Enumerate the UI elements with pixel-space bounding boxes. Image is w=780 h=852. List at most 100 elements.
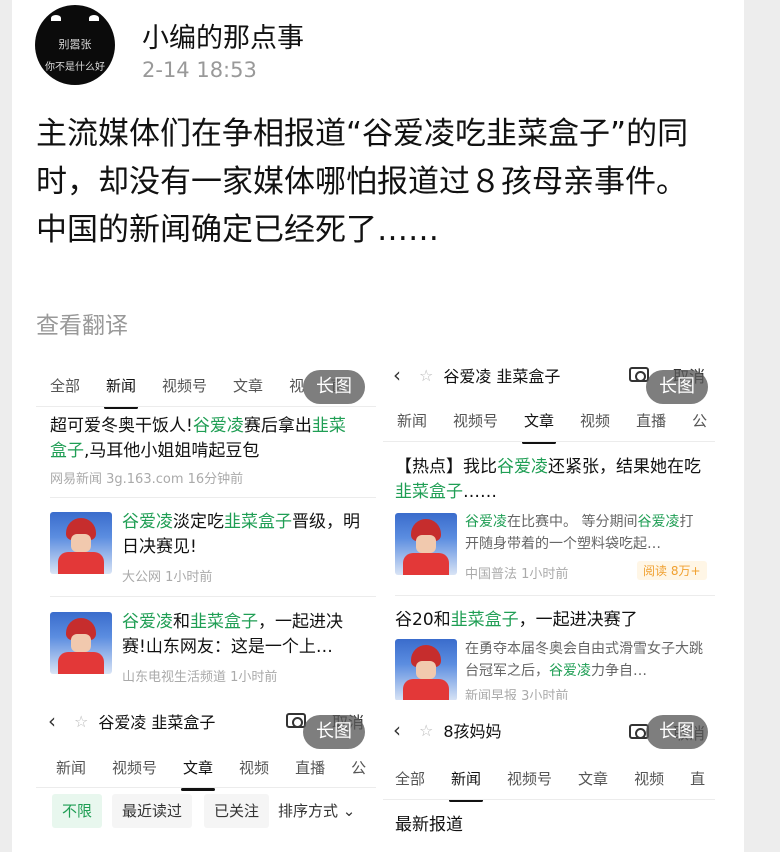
tab-bar: 全部 新闻 视频号 文章 视频 直	[395, 768, 715, 802]
thumb-suit	[58, 552, 104, 574]
tab-4[interactable]: 直播	[636, 410, 666, 431]
long-image-badge: 长图	[303, 370, 365, 404]
keyword-highlight: 谷爱凌	[122, 612, 173, 632]
long-image-badge: 长图	[646, 715, 708, 749]
filter-chip-recent[interactable]: 最近读过	[112, 794, 193, 828]
search-bar[interactable]: ‹ ☆ 谷爱凌 韭菜盒子	[48, 709, 215, 733]
keyword-highlight: 韭菜盒子	[450, 610, 519, 630]
thumb-suit	[403, 679, 449, 700]
divider	[36, 787, 376, 788]
keyword-highlight: 谷爱凌	[549, 663, 591, 679]
news-thumbnail[interactable]	[395, 513, 457, 575]
divider	[50, 497, 376, 498]
tab-5[interactable]: 直	[690, 768, 705, 789]
tab-3[interactable]: 文章	[578, 768, 608, 789]
keyword-highlight: 韭菜	[311, 416, 346, 436]
star-icon[interactable]: ☆	[419, 366, 433, 385]
keyword-highlight: 谷爱凌	[192, 416, 244, 436]
tab-0[interactable]: 新闻	[56, 757, 86, 778]
news-title: 【热点】我比谷爱凌还紧张，结果她在吃韭菜盒子……	[395, 455, 705, 505]
title-text: ,马耳他小姐姐啃起豆包	[84, 441, 260, 461]
list-item[interactable]: 谷爱凌和韭菜盒子，一起进决赛!山东网友：这是一个上… 山东电视生活频道 1小时前	[122, 610, 362, 685]
search-bar[interactable]: ‹ ☆ 谷爱凌 韭菜盒子	[393, 363, 560, 387]
tab-2[interactable]: 视频号	[162, 375, 207, 396]
star-icon[interactable]: ☆	[74, 712, 88, 731]
tab-2[interactable]: 视频号	[507, 768, 552, 789]
search-bar[interactable]: ‹ ☆ 8孩妈妈	[393, 718, 502, 742]
camera-icon[interactable]	[629, 367, 649, 382]
thumb-face	[416, 661, 436, 679]
list-item[interactable]: 谷20和韭菜盒子，一起进决赛了	[395, 608, 705, 633]
tab-0[interactable]: 全部	[50, 375, 80, 396]
back-icon[interactable]: ‹	[393, 363, 401, 387]
tab-0[interactable]: 新闻	[397, 410, 427, 431]
tab-5[interactable]: 公	[351, 757, 366, 778]
list-item[interactable]: 【热点】我比谷爱凌还紧张，结果她在吃韭菜盒子……	[395, 455, 705, 505]
back-icon[interactable]: ‹	[393, 718, 401, 742]
tab-2[interactable]: 文章	[522, 410, 557, 444]
tab-1[interactable]: 视频号	[453, 410, 498, 431]
author-name[interactable]: 小编的那点事	[142, 16, 304, 55]
sort-dropdown[interactable]: 排序方式 ⌄	[268, 794, 365, 828]
tab-1[interactable]: 视频号	[112, 757, 157, 778]
star-icon[interactable]: ☆	[419, 721, 433, 740]
news-title: 超可爱冬奥干饭人!谷爱凌赛后拿出韭菜盒子,马耳他小姐姐啃起豆包	[50, 414, 360, 464]
tab-bar: 新闻 视频号 文章 视频 直播 公	[56, 757, 376, 791]
tab-3[interactable]: 文章	[233, 375, 263, 396]
title-text: 谷20和	[395, 610, 451, 630]
screenshot-search-all: 全部新闻视频号文章视直 超可爱冬奥干饭人!谷爱凌赛后拿出韭菜盒子,马耳他小姐姐啃…	[36, 360, 376, 700]
keyword-highlight: 谷爱凌	[122, 512, 173, 532]
post-time: 2-14 18:53	[142, 58, 257, 82]
tab-1[interactable]: 新闻	[104, 375, 139, 409]
title-text: ……	[463, 482, 497, 502]
filter-chip-followed[interactable]: 已关注	[204, 794, 270, 828]
tab-4[interactable]: 视频	[634, 768, 664, 789]
title-text: 还紧张，结果她在吃	[548, 457, 701, 477]
keyword-highlight: 谷爱凌	[637, 514, 680, 530]
tab-5[interactable]: 公	[692, 410, 707, 431]
divider	[395, 595, 715, 596]
search-query[interactable]: 谷爱凌 韭菜盒子	[443, 363, 560, 387]
tab-4[interactable]: 直播	[295, 757, 325, 778]
keyword-highlight: 谷爱凌	[497, 457, 548, 477]
news-desc: 在勇夺本届冬奥会自由式滑雪女子大跳台冠军之后，谷爱凌力争自…	[465, 638, 705, 682]
tab-1[interactable]: 新闻	[449, 768, 484, 802]
divider	[383, 441, 715, 442]
tab-2[interactable]: 文章	[181, 757, 216, 791]
news-source: 新闻早报 3小时前	[465, 689, 569, 700]
divider	[36, 406, 376, 407]
list-item[interactable]: 谷爱凌淡定吃韭菜盒子晋级，明日决赛见! 大公网 1小时前	[122, 510, 362, 585]
news-thumbnail[interactable]	[50, 512, 112, 574]
title-text: 力争自…	[591, 663, 647, 679]
author-avatar[interactable]: 别嚣张 你不是什么好	[35, 5, 115, 85]
back-icon[interactable]: ‹	[48, 709, 56, 733]
translate-link[interactable]: 查看翻译	[36, 306, 128, 340]
news-thumbnail[interactable]	[50, 612, 112, 674]
search-query[interactable]: 8孩妈妈	[443, 718, 501, 742]
title-text: 赛后拿出	[243, 416, 312, 436]
title-text: 淡定吃	[173, 512, 224, 532]
divider	[50, 596, 376, 597]
tab-3[interactable]: 视频	[239, 757, 269, 778]
thumb-suit	[58, 652, 104, 674]
tab-3[interactable]: 视频	[580, 410, 610, 431]
tab-bar: 新闻 视频号 文章 视频 直播 公	[397, 410, 715, 444]
news-source: 大公网 1小时前	[122, 570, 213, 585]
search-query[interactable]: 谷爱凌 韭菜盒子	[98, 709, 215, 733]
tab-0[interactable]: 全部	[395, 768, 425, 789]
title-text: 和	[173, 612, 190, 632]
reads-badge: 阅读 8万+	[637, 561, 707, 580]
avatar-ear-right	[89, 15, 99, 21]
news-source: 山东电视生活频道 1小时前	[122, 670, 278, 685]
keyword-highlight: 韭菜盒子	[190, 612, 258, 632]
thumb-suit	[403, 553, 449, 575]
list-item[interactable]: 超可爱冬奥干饭人!谷爱凌赛后拿出韭菜盒子,马耳他小姐姐啃起豆包 网易新闻 3g.…	[50, 414, 360, 487]
news-thumbnail[interactable]	[395, 639, 457, 700]
section-heading: 最新报道	[395, 815, 463, 835]
filter-chip-all[interactable]: 不限	[52, 794, 103, 828]
keyword-highlight: 韭菜盒子	[395, 482, 463, 502]
news-title: 谷20和韭菜盒子，一起进决赛了	[395, 608, 705, 633]
tab-4[interactable]: 视	[289, 375, 304, 396]
title-text: 在比赛中。 等分期间	[507, 514, 638, 530]
title-text: 【热点】我比	[395, 457, 497, 477]
